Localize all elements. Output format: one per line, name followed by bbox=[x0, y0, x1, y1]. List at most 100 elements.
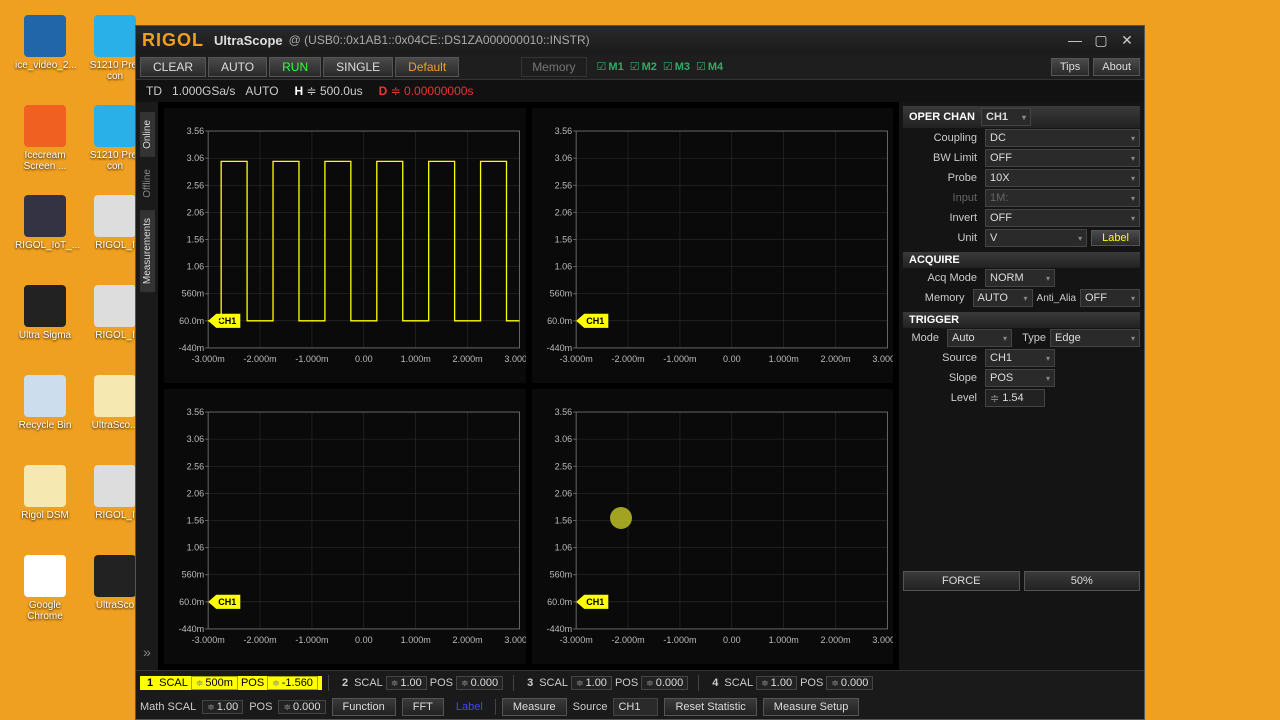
measure-button[interactable]: Measure bbox=[502, 698, 567, 716]
label-button[interactable]: Label bbox=[1091, 230, 1140, 246]
svg-text:3.06: 3.06 bbox=[554, 434, 572, 444]
desktop-icon[interactable]: RIGOL_IoT_... bbox=[15, 195, 75, 251]
acq-mode-select[interactable]: NORM bbox=[985, 269, 1055, 287]
math-pos-input[interactable]: 0.000 bbox=[278, 700, 325, 714]
svg-text:-3.000m: -3.000m bbox=[192, 354, 225, 364]
svg-text:0.00: 0.00 bbox=[723, 635, 741, 645]
about-button[interactable]: About bbox=[1093, 58, 1140, 76]
left-tab-strip: Online Offline Measurements » bbox=[136, 102, 158, 670]
scope-plot-2[interactable]: 3.563.062.562.061.561.06560m60.0m-440m-3… bbox=[532, 108, 894, 383]
memory-button[interactable]: Memory bbox=[521, 57, 586, 77]
svg-text:2.56: 2.56 bbox=[554, 461, 572, 471]
trigger-mode-select[interactable]: Auto bbox=[947, 329, 1012, 347]
control-panel: OPER CHAN CH1 CouplingDC BW LimitOFF Pro… bbox=[899, 102, 1144, 670]
svg-text:2.56: 2.56 bbox=[187, 461, 205, 471]
desktop-icon[interactable]: Icecream Screen ... bbox=[15, 105, 75, 172]
measure-source-select[interactable]: CH1 bbox=[613, 698, 658, 716]
svg-text:1.06: 1.06 bbox=[187, 543, 205, 553]
svg-text:560m: 560m bbox=[182, 289, 205, 299]
default-button[interactable]: Default bbox=[395, 57, 459, 77]
svg-text:-440m: -440m bbox=[179, 624, 205, 634]
function-button[interactable]: Function bbox=[332, 698, 396, 716]
desktop-icon[interactable]: ice_video_2... bbox=[15, 15, 75, 71]
fifty-percent-button[interactable]: 50% bbox=[1024, 571, 1141, 591]
svg-text:3.000m: 3.000m bbox=[504, 354, 525, 364]
svg-text:3.56: 3.56 bbox=[187, 126, 205, 136]
svg-text:3.06: 3.06 bbox=[187, 153, 205, 163]
svg-text:60.0m: 60.0m bbox=[179, 597, 204, 607]
coupling-select[interactable]: DC bbox=[985, 129, 1140, 147]
bottom-bar: 1SCAL500mPOS-1.560 2SCAL1.00POS0.000 3SCAL… bbox=[136, 670, 1144, 719]
trigger-type-select[interactable]: Edge bbox=[1050, 329, 1140, 347]
tab-measurements[interactable]: Measurements bbox=[140, 210, 155, 292]
clear-button[interactable]: CLEAR bbox=[140, 57, 206, 77]
close-icon[interactable]: ✕ bbox=[1116, 31, 1138, 49]
math-scal-input[interactable]: 1.00 bbox=[202, 700, 243, 714]
tab-online[interactable]: Online bbox=[140, 112, 155, 157]
channel-3-controls[interactable]: 3SCAL1.00POS0.000 bbox=[520, 676, 692, 690]
svg-text:2.000m: 2.000m bbox=[820, 354, 850, 364]
probe-select[interactable]: 10X bbox=[985, 169, 1140, 187]
m1-toggle[interactable]: ☑M1 bbox=[597, 60, 624, 73]
svg-text:-440m: -440m bbox=[179, 343, 205, 353]
maximize-icon[interactable]: ▢ bbox=[1090, 31, 1112, 49]
math-label: Label bbox=[450, 701, 489, 713]
trigger-level-input[interactable]: 1.54 bbox=[985, 389, 1045, 407]
svg-text:1.000m: 1.000m bbox=[401, 354, 431, 364]
svg-text:2.56: 2.56 bbox=[187, 180, 205, 190]
scope-plot-1[interactable]: 3.563.062.562.061.561.06560m60.0m-440m-3… bbox=[164, 108, 526, 383]
m4-toggle[interactable]: ☑M4 bbox=[696, 60, 723, 73]
single-button[interactable]: SINGLE bbox=[323, 57, 393, 77]
desktop-icon[interactable]: Google Chrome bbox=[15, 555, 75, 622]
svg-text:1.56: 1.56 bbox=[187, 234, 205, 244]
svg-text:CH1: CH1 bbox=[586, 316, 604, 326]
force-button[interactable]: FORCE bbox=[903, 571, 1020, 591]
m3-toggle[interactable]: ☑M3 bbox=[663, 60, 690, 73]
trigger-slope-select[interactable]: POS bbox=[985, 369, 1055, 387]
desktop-icon[interactable]: Recycle Bin bbox=[15, 375, 75, 431]
svg-text:0.00: 0.00 bbox=[355, 354, 373, 364]
svg-text:CH1: CH1 bbox=[218, 597, 236, 607]
memory-select[interactable]: AUTO bbox=[973, 289, 1033, 307]
fft-button[interactable]: FFT bbox=[402, 698, 444, 716]
svg-text:1.56: 1.56 bbox=[187, 515, 205, 525]
svg-text:-1.000m: -1.000m bbox=[663, 354, 696, 364]
unit-select[interactable]: V bbox=[985, 229, 1087, 247]
svg-text:2.000m: 2.000m bbox=[453, 635, 483, 645]
anti-alias-select[interactable]: OFF bbox=[1080, 289, 1140, 307]
scope-plot-4[interactable]: 3.563.062.562.061.561.06560m60.0m-440m-3… bbox=[532, 389, 894, 664]
run-button[interactable]: RUN bbox=[269, 57, 321, 77]
bw-limit-select[interactable]: OFF bbox=[985, 149, 1140, 167]
plot-grid: 3.563.062.562.061.561.06560m60.0m-440m-3… bbox=[158, 102, 899, 670]
svg-text:-1.000m: -1.000m bbox=[295, 635, 328, 645]
minimize-icon[interactable]: — bbox=[1064, 31, 1086, 49]
svg-text:3.000m: 3.000m bbox=[872, 635, 893, 645]
svg-text:0.00: 0.00 bbox=[355, 635, 373, 645]
channel-2-controls[interactable]: 2SCAL1.00POS0.000 bbox=[335, 676, 507, 690]
oper-channel-select[interactable]: CH1 bbox=[981, 108, 1031, 126]
svg-text:60.0m: 60.0m bbox=[179, 316, 204, 326]
svg-text:0.00: 0.00 bbox=[723, 354, 741, 364]
svg-text:3.000m: 3.000m bbox=[504, 635, 525, 645]
svg-text:560m: 560m bbox=[182, 570, 205, 580]
svg-text:560m: 560m bbox=[549, 570, 572, 580]
brand-logo: RIGOL bbox=[142, 30, 204, 51]
auto-button[interactable]: AUTO bbox=[208, 57, 267, 77]
trigger-source-select[interactable]: CH1 bbox=[985, 349, 1055, 367]
app-window: RIGOL UltraScope @ (USB0::0x1AB1::0x04CE… bbox=[135, 25, 1145, 720]
channel-4-controls[interactable]: 4SCAL1.00POS0.000 bbox=[705, 676, 877, 690]
expand-icon[interactable]: » bbox=[143, 644, 151, 660]
invert-select[interactable]: OFF bbox=[985, 209, 1140, 227]
tab-offline[interactable]: Offline bbox=[140, 161, 155, 206]
channel-1-controls[interactable]: 1SCAL500mPOS-1.560 bbox=[140, 676, 322, 690]
tips-button[interactable]: Tips bbox=[1051, 58, 1089, 76]
measure-setup-button[interactable]: Measure Setup bbox=[763, 698, 860, 716]
svg-text:1.56: 1.56 bbox=[554, 234, 572, 244]
m2-toggle[interactable]: ☑M2 bbox=[630, 60, 657, 73]
desktop-icon[interactable]: Ultra Sigma bbox=[15, 285, 75, 341]
reset-statistic-button[interactable]: Reset Statistic bbox=[664, 698, 756, 716]
scope-plot-3[interactable]: 3.563.062.562.061.561.06560m60.0m-440m-3… bbox=[164, 389, 526, 664]
svg-text:-3.000m: -3.000m bbox=[559, 635, 592, 645]
titlebar: RIGOL UltraScope @ (USB0::0x1AB1::0x04CE… bbox=[136, 26, 1144, 54]
desktop-icon[interactable]: Rigol DSM bbox=[15, 465, 75, 521]
